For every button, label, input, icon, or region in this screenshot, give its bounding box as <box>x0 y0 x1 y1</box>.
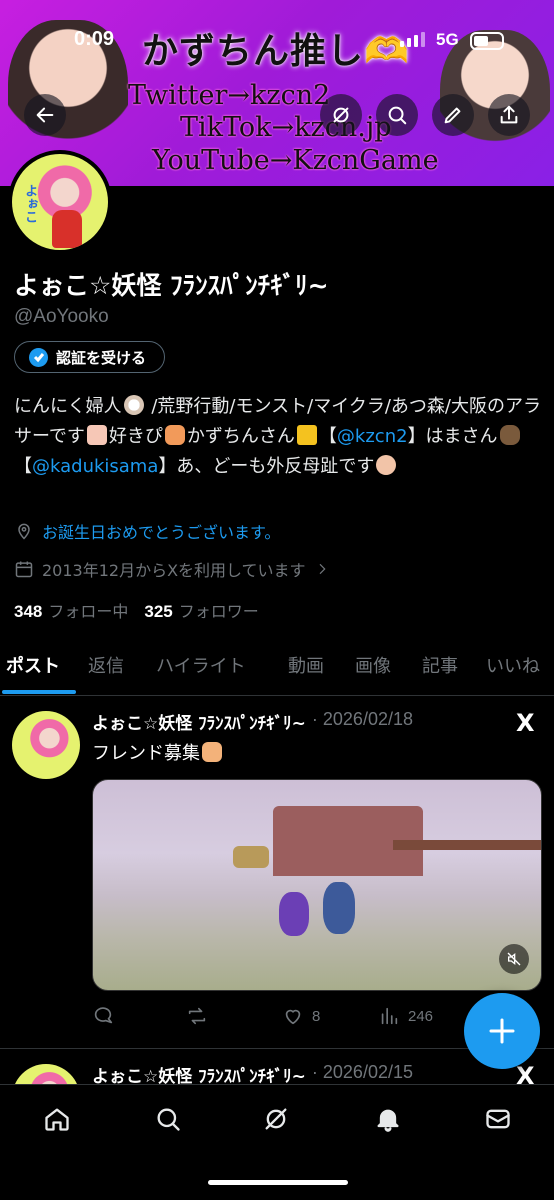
active-tab-indicator <box>2 690 76 694</box>
post-date: · 2026/02/18 <box>311 709 413 729</box>
post-item[interactable]: よぉこ☆妖怪 ﾌﾗﾝｽﾊﾟﾝﾁｷﾞﾘ~ · 2026/02/18 X フレンド募… <box>0 697 554 1049</box>
compose-post-button[interactable] <box>464 993 540 1069</box>
x-logo-icon: X <box>516 709 535 737</box>
tab-media[interactable]: 画像 <box>355 652 391 678</box>
video-scene-character <box>323 882 355 934</box>
home-indicator[interactable] <box>208 1180 348 1185</box>
video-scene-character <box>279 892 309 936</box>
nav-notifications[interactable] <box>368 1099 408 1139</box>
reply-icon <box>94 1007 113 1024</box>
network-type: 5G <box>436 30 459 49</box>
grok-icon <box>265 1108 287 1130</box>
chevron-right-icon <box>319 563 326 575</box>
post-author-name[interactable]: よぉこ☆妖怪 ﾌﾗﾝｽﾊﾟﾝﾁｷﾞﾘ~ <box>92 1062 306 1084</box>
status-time: 0:09 <box>74 28 115 50</box>
search-icon <box>388 106 407 125</box>
video-scene-car <box>233 846 269 868</box>
bio-mention-kzcn2[interactable]: @kzcn2 <box>337 426 408 447</box>
bio-mention-kadukisama[interactable]: @kadukisama <box>32 456 158 477</box>
post-author-name[interactable]: よぉこ☆妖怪 ﾌﾗﾝｽﾊﾟﾝﾁｷﾞﾘ~ <box>92 709 306 734</box>
messages-icon <box>486 1109 510 1129</box>
tab-articles[interactable]: 記事 <box>422 652 458 678</box>
tab-replies[interactable]: 返信 <box>88 652 124 678</box>
birthday-row: お誕生日おめでとうございます。 <box>14 519 280 543</box>
verified-check-icon <box>29 347 48 367</box>
post-item[interactable]: よぉこ☆妖怪 ﾌﾗﾝｽﾊﾟﾝﾁｷﾞﾘ~ · 2026/02/15 X <box>0 1050 554 1084</box>
followers-link[interactable]: 325 フォロワー <box>144 598 258 622</box>
follow-stats: 348 フォロー中 325 フォロワー <box>14 598 259 622</box>
grok-button[interactable] <box>320 94 362 136</box>
post-header: よぉこ☆妖怪 ﾌﾗﾝｽﾊﾟﾝﾁｷﾞﾘ~ · 2026/02/18 <box>92 709 413 734</box>
nav-messages[interactable] <box>478 1099 518 1139</box>
share-icon <box>500 105 518 124</box>
bird-emoji-icon <box>499 425 520 445</box>
banner-line-twitter: Twitter→kzcn2 <box>128 80 331 111</box>
heart-icon <box>285 1009 301 1025</box>
nav-home[interactable] <box>37 1099 77 1139</box>
post-date: · 2026/02/15 <box>311 1062 413 1082</box>
post-actions: 8 246 <box>92 1005 452 1033</box>
home-icon <box>45 1108 69 1131</box>
tab-posts[interactable]: ポスト <box>6 652 60 678</box>
views-button[interactable]: 246 <box>378 1005 433 1027</box>
profile-name: よぉこ☆妖怪 ﾌﾗﾝｽﾊﾟﾝﾁｷﾞﾘ~ <box>14 271 329 300</box>
signal-icon <box>400 32 425 47</box>
garlic-emoji-icon <box>123 395 144 415</box>
views-bar-chart-icon <box>381 1007 398 1025</box>
profile-tabs: ポスト 返信 ハイライト 動画 画像 記事 いいね <box>0 640 554 696</box>
post-avatar[interactable] <box>12 1064 80 1084</box>
views-count: 246 <box>408 1007 434 1025</box>
notifications-icon <box>377 1109 399 1132</box>
profile-handle: @AoYooko <box>14 306 109 327</box>
get-verified-label: 認証を受ける <box>56 348 147 367</box>
share-button[interactable] <box>488 94 530 136</box>
search-button[interactable] <box>376 94 418 136</box>
banner-line-youtube: YouTube→KzcnGame <box>152 145 439 176</box>
like-button[interactable]: 8 <box>282 1005 320 1027</box>
tab-highlights[interactable]: ハイライト <box>156 652 246 678</box>
plus-icon <box>489 1018 515 1044</box>
calendar-icon <box>15 561 33 578</box>
post-avatar[interactable] <box>12 711 80 779</box>
reply-button[interactable] <box>92 1005 122 1027</box>
back-arrow-icon <box>36 107 54 123</box>
video-scene-fence <box>393 840 541 850</box>
post-text: フレンド募集 <box>92 739 224 765</box>
like-count: 8 <box>312 1007 321 1025</box>
repost-icon <box>188 1007 206 1025</box>
get-verified-button[interactable]: 認証を受ける <box>14 341 166 373</box>
birthday-text: お誕生日おめでとうございます。 <box>42 523 281 542</box>
tab-videos[interactable]: 動画 <box>288 652 324 678</box>
edit-button[interactable] <box>432 94 474 136</box>
following-link[interactable]: 348 フォロー中 <box>14 598 128 622</box>
x-logo-icon: X <box>516 1062 535 1084</box>
location-pin-icon <box>18 523 30 540</box>
back-button[interactable] <box>24 94 66 136</box>
tab-likes[interactable]: いいね <box>486 652 540 678</box>
post-video[interactable] <box>92 779 542 991</box>
heart-hands-emoji-icon <box>164 425 185 445</box>
search-icon <box>157 1108 180 1131</box>
nav-search[interactable] <box>148 1099 188 1139</box>
profile-avatar[interactable] <box>8 150 112 254</box>
mute-button[interactable] <box>499 944 529 974</box>
joined-text: 2013年12月からXを利用しています <box>42 561 306 580</box>
edit-icon <box>444 107 461 124</box>
nav-grok[interactable] <box>256 1099 296 1139</box>
foot-emoji-icon <box>376 455 397 475</box>
post-header: よぉこ☆妖怪 ﾌﾗﾝｽﾊﾟﾝﾁｷﾞﾘ~ · 2026/02/15 <box>92 1062 413 1084</box>
person-emoji-icon <box>86 425 107 445</box>
joined-row[interactable]: 2013年12月からXを利用しています <box>14 557 330 581</box>
crown-emoji-icon <box>296 425 317 445</box>
handshake-emoji-icon <box>202 742 222 762</box>
repost-button[interactable] <box>186 1005 216 1027</box>
profile-bio: にんにく婦人 /荒野行動/モンスト/マイクラ/あつ森/大阪のアラサーです 好きぴか… <box>14 395 541 477</box>
battery-icon <box>470 32 504 50</box>
muted-speaker-icon <box>507 952 521 966</box>
grok-icon <box>333 107 349 123</box>
status-bar: 0:09 5G <box>0 24 554 60</box>
